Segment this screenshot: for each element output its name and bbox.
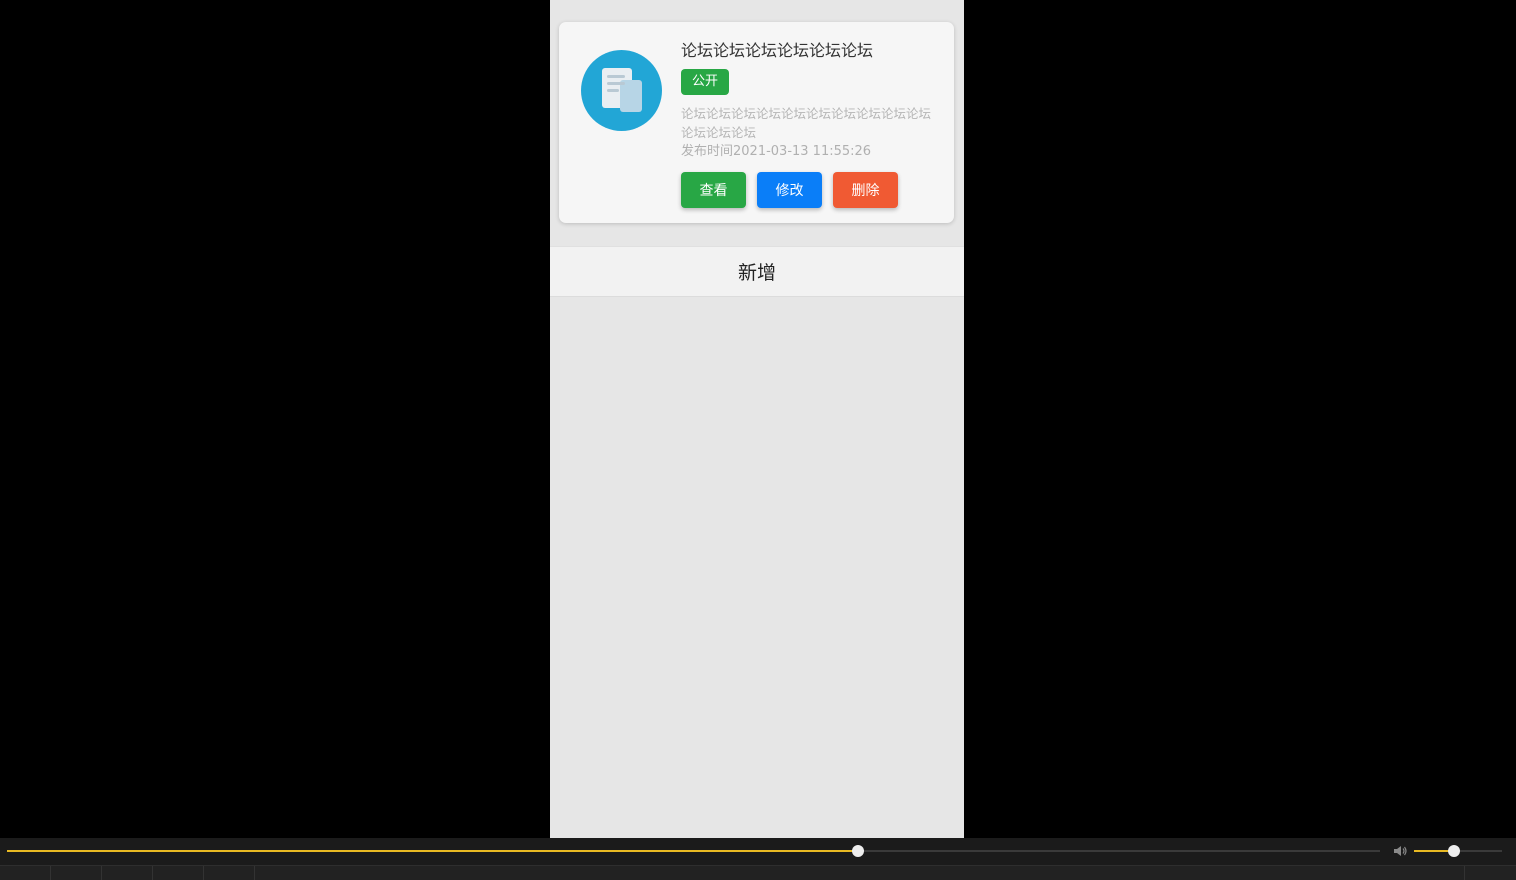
post-title: 论坛论坛论坛论坛论坛论坛	[681, 41, 874, 60]
seek-bar[interactable]	[7, 845, 1380, 857]
post-description: 论坛论坛论坛论坛论坛论坛论坛论坛论坛论坛论坛论坛论坛	[681, 106, 932, 140]
strip-spacer	[255, 866, 1465, 880]
post-avatar	[581, 50, 662, 131]
add-button[interactable]: 新增	[550, 246, 964, 297]
volume-icon[interactable]	[1392, 843, 1408, 859]
media-player-controls	[0, 838, 1516, 880]
status-badge: 公开	[681, 69, 730, 95]
seek-handle[interactable]	[852, 845, 865, 857]
screen: 论坛论坛论坛论坛论坛论坛 公开 论坛论坛论坛论坛论坛论坛论坛论坛论坛论坛论坛论坛…	[0, 0, 1516, 880]
strip-cell	[0, 866, 51, 880]
post-card[interactable]: 论坛论坛论坛论坛论坛论坛 公开 论坛论坛论坛论坛论坛论坛论坛论坛论坛论坛论坛论坛…	[559, 22, 954, 223]
seek-progress	[7, 850, 859, 852]
strip-cell	[204, 866, 255, 880]
post-info: 论坛论坛论坛论坛论坛论坛 公开 论坛论坛论坛论坛论坛论坛论坛论坛论坛论坛论坛论坛…	[681, 40, 939, 208]
delete-button[interactable]: 删除	[833, 172, 898, 208]
strip-cell	[1465, 866, 1516, 880]
volume-slider[interactable]	[1414, 845, 1502, 857]
player-bottom-strip	[0, 865, 1516, 880]
view-button[interactable]: 查看	[681, 172, 746, 208]
post-publish-time: 发布时间2021-03-13 11:55:26	[681, 144, 872, 159]
document-icon	[601, 67, 642, 112]
strip-cell	[51, 866, 102, 880]
mobile-viewport: 论坛论坛论坛论坛论坛论坛 公开 论坛论坛论坛论坛论坛论坛论坛论坛论坛论坛论坛论坛…	[550, 0, 964, 838]
edit-button[interactable]: 修改	[757, 172, 822, 208]
strip-cell	[102, 866, 153, 880]
strip-cell	[153, 866, 204, 880]
post-actions: 查看 修改 删除	[681, 172, 939, 208]
volume-handle[interactable]	[1447, 845, 1460, 857]
